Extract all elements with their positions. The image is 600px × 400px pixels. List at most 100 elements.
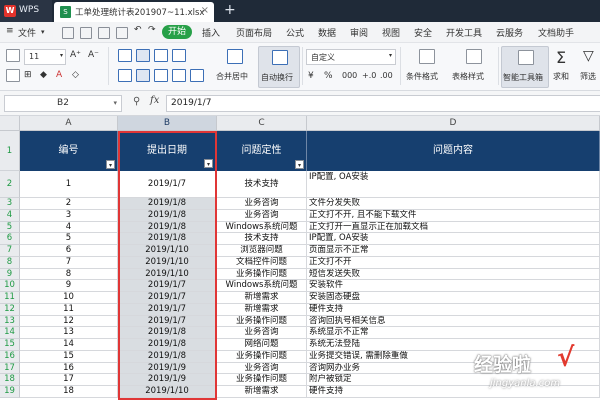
cell-content[interactable]: IP配置, OA安装 (307, 233, 600, 245)
cell-type[interactable]: 业务咨询 (217, 362, 307, 375)
cell-id[interactable]: 9 (20, 280, 118, 292)
cell-date[interactable]: 2019/1/10 (118, 386, 217, 398)
filter-dropdown-icon[interactable]: ▾ (204, 159, 213, 168)
font-color-icon[interactable]: A (56, 70, 62, 80)
row-header[interactable]: 5 (0, 221, 20, 234)
row-header[interactable]: 13 (0, 315, 20, 328)
row-header[interactable]: 12 (0, 303, 20, 316)
cell-type[interactable]: 业务咨询 (217, 327, 307, 339)
row-header[interactable]: 15 (0, 339, 20, 351)
cell-id[interactable]: 10 (20, 292, 118, 304)
cell-content[interactable]: 安装固态硬盘 (307, 292, 600, 304)
filter-dropdown-icon[interactable]: ▾ (106, 160, 115, 169)
cell-date[interactable]: 2019/1/8 (118, 327, 217, 339)
column-header-a[interactable]: A (20, 116, 118, 131)
cell-id[interactable]: 12 (20, 315, 118, 328)
sum-button[interactable]: Σ 求和 (550, 46, 576, 86)
tab-insert[interactable]: 插入 (202, 26, 220, 39)
wps-home-tab[interactable]: W WPS (0, 0, 52, 22)
cell-id[interactable]: 6 (20, 245, 118, 257)
cell-type[interactable]: 业务操作问题 (217, 315, 307, 328)
cell-id[interactable]: 17 (20, 374, 118, 386)
cell-type[interactable]: 浏览器问题 (217, 245, 307, 257)
undo-icon[interactable]: ↶ (134, 25, 142, 35)
cell-content[interactable]: 文件分发失败 (307, 198, 600, 210)
cell-id[interactable]: 14 (20, 339, 118, 351)
cell-type[interactable]: Windows系统问题 (217, 221, 307, 234)
cell-id[interactable]: 15 (20, 350, 118, 363)
row-header[interactable]: 3 (0, 198, 20, 210)
cell-type[interactable]: 业务咨询 (217, 198, 307, 210)
cell-type[interactable]: 新增需求 (217, 386, 307, 398)
save-icon[interactable] (80, 27, 92, 39)
header-cell-date[interactable]: 提出日期 ▾ (118, 131, 217, 171)
cell-date[interactable]: 2019/1/8 (118, 221, 217, 234)
cell-id[interactable]: 11 (20, 303, 118, 316)
row-header[interactable]: 8 (0, 256, 20, 269)
tab-security[interactable]: 安全 (414, 26, 432, 39)
clear-format-icon[interactable]: ◇ (72, 70, 79, 80)
cell-type[interactable]: 新增需求 (217, 303, 307, 316)
file-dropdown-icon[interactable]: ▾ (41, 28, 45, 36)
cell-id[interactable]: 3 (20, 209, 118, 222)
cell-id[interactable]: 1 (20, 171, 118, 198)
cell-date[interactable]: 2019/1/10 (118, 268, 217, 281)
fx-icon[interactable]: fx (150, 95, 159, 106)
tab-review[interactable]: 审阅 (350, 26, 368, 39)
tab-view[interactable]: 视图 (382, 26, 400, 39)
cell-date[interactable]: 2019/1/7 (118, 280, 217, 292)
align-bottom-icon[interactable] (154, 49, 168, 62)
cell-date[interactable]: 2019/1/7 (118, 315, 217, 328)
file-menu[interactable]: 文件 (18, 26, 36, 39)
smart-toolbox-button[interactable]: 智能工具箱 (501, 46, 549, 88)
cell-date[interactable]: 2019/1/7 (118, 171, 217, 198)
decrease-decimal-icon[interactable]: .00 (380, 71, 393, 80)
cell-content[interactable]: 安装软件 (307, 280, 600, 292)
row-header[interactable]: 6 (0, 233, 20, 245)
increase-decimal-icon[interactable]: +.0 (362, 71, 376, 80)
hamburger-icon[interactable]: ≡ (6, 26, 14, 36)
tab-doc-assistant[interactable]: 文档助手 (538, 26, 574, 39)
align-left-icon[interactable] (118, 69, 132, 82)
align-top-icon[interactable] (118, 49, 132, 62)
cell-type[interactable]: Windows系统问题 (217, 280, 307, 292)
distribute-icon[interactable] (190, 69, 204, 82)
cell-date[interactable]: 2019/1/8 (118, 350, 217, 363)
cell-content[interactable]: IP配置, OA安装 (307, 171, 600, 198)
format-painter-icon[interactable] (6, 69, 20, 82)
cell-date[interactable]: 2019/1/9 (118, 362, 217, 375)
cell-content[interactable]: 正文打不开 (307, 256, 600, 269)
align-center-icon[interactable] (136, 69, 150, 82)
column-header-d[interactable]: D (307, 116, 600, 131)
row-header[interactable]: 14 (0, 327, 20, 339)
border-icon[interactable]: ⊞ (24, 70, 32, 80)
cell-id[interactable]: 2 (20, 198, 118, 210)
thousands-separator-icon[interactable]: 000 (342, 71, 357, 80)
row-header[interactable]: 2 (0, 171, 20, 198)
tab-cloud[interactable]: 云服务 (496, 26, 523, 39)
cell-content[interactable]: 正文打不开, 且不能下载文件 (307, 209, 600, 222)
cell-date[interactable]: 2019/1/10 (118, 245, 217, 257)
cell-id[interactable]: 5 (20, 233, 118, 245)
row-header[interactable]: 16 (0, 350, 20, 363)
filter-button[interactable]: ▽ 筛选 (578, 46, 600, 86)
row-header[interactable]: 17 (0, 362, 20, 375)
table-style-button[interactable]: 表格样式 (450, 46, 496, 86)
tab-developer[interactable]: 开发工具 (446, 26, 482, 39)
new-tab-button[interactable]: + (224, 2, 236, 18)
cell-date[interactable]: 2019/1/10 (118, 256, 217, 269)
align-middle-icon[interactable] (136, 49, 150, 62)
row-header[interactable]: 18 (0, 374, 20, 386)
align-right-icon[interactable] (154, 69, 168, 82)
column-header-c[interactable]: C (217, 116, 307, 131)
row-header[interactable]: 10 (0, 280, 20, 292)
cell-content[interactable]: 页面显示不正常 (307, 245, 600, 257)
cell-type[interactable]: 技术支持 (217, 233, 307, 245)
cell-content[interactable]: 短信发送失败 (307, 268, 600, 281)
fill-color-icon[interactable]: ◆ (40, 70, 47, 80)
cell-id[interactable]: 7 (20, 256, 118, 269)
row-header[interactable]: 9 (0, 268, 20, 281)
document-tab[interactable]: S 工单处理统计表201907~11.xlsx × (54, 2, 214, 22)
row-header[interactable]: 4 (0, 209, 20, 222)
new-file-icon[interactable] (62, 27, 74, 39)
